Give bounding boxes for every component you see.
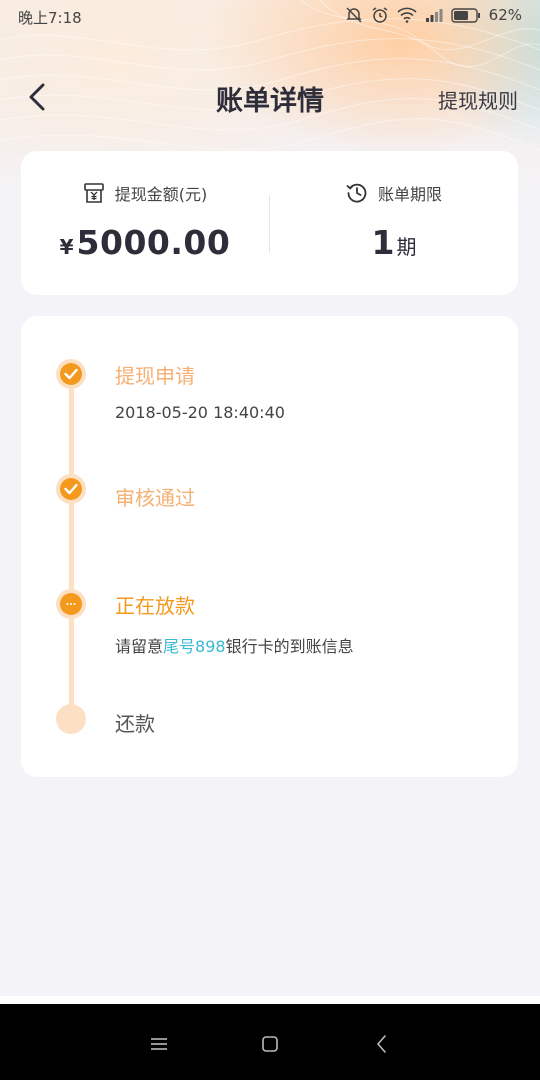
menu-button[interactable]: [147, 1034, 171, 1054]
card-tail-number: 尾号898: [163, 637, 226, 656]
home-button[interactable]: [258, 1034, 282, 1054]
system-nav-bar: [0, 1004, 540, 1080]
step-title-approved: 审核通过: [115, 486, 195, 510]
signal-icon: [425, 7, 443, 23]
period-section: 账单期限 1期: [270, 151, 518, 295]
step-note-disbursing: 请留意尾号898银行卡的到账信息: [115, 637, 354, 656]
alarm-icon: [371, 6, 389, 24]
chevron-left-icon: [29, 83, 45, 111]
step-title-disbursing: 正在放款: [115, 594, 195, 618]
system-back-button[interactable]: [370, 1034, 394, 1054]
battery-icon: [450, 7, 481, 23]
home-square-icon: [262, 1036, 278, 1052]
menu-icon: [151, 1038, 167, 1050]
receipt-yen-icon: [83, 182, 105, 204]
period-label: 账单期限: [377, 185, 442, 204]
back-arrow-icon: [377, 1035, 386, 1053]
period-unit: 期: [396, 235, 417, 259]
back-button[interactable]: [22, 80, 56, 114]
step-title-repay: 还款: [115, 712, 155, 736]
status-icons: 62%: [345, 6, 522, 24]
step-in-progress-icon: [56, 589, 86, 619]
do-not-disturb-icon: [345, 6, 363, 24]
status-bar: 晚上7:18 62%: [0, 0, 540, 32]
step-time-apply: 2018-05-20 18:40:40: [115, 403, 285, 422]
step-done-icon: [56, 359, 86, 389]
timeline-line: [69, 374, 74, 719]
amount-section: 提现金额(元) ¥5000.00: [21, 151, 269, 295]
bottom-strip: [0, 996, 540, 1004]
history-clock-icon: [346, 182, 368, 204]
amount-label: 提现金额(元): [114, 185, 208, 204]
withdraw-rules-link[interactable]: 提现规则: [438, 85, 518, 114]
amount-currency: ¥: [59, 235, 74, 259]
summary-card: 提现金额(元) ¥5000.00 账单期限 1期: [21, 151, 518, 295]
step-title-apply: 提现申请: [115, 364, 195, 388]
wifi-icon: [397, 7, 417, 23]
battery-percent: 62%: [488, 6, 522, 24]
amount-value: 5000.00: [76, 223, 231, 262]
step-done-icon: [56, 474, 86, 504]
period-value: 1: [371, 223, 395, 262]
step-pending-icon: [56, 704, 86, 734]
timeline-card: 提现申请 2018-05-20 18:40:40 审核通过 正在放款 请留意尾号…: [21, 316, 518, 777]
status-time: 晚上7:18: [18, 9, 82, 27]
